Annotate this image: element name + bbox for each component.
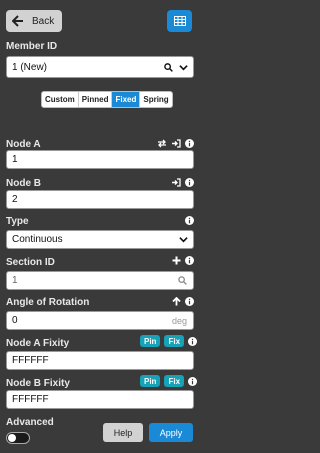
advanced-toggle[interactable] bbox=[6, 432, 30, 444]
help-button[interactable]: Help bbox=[103, 423, 143, 442]
chevron-down-icon bbox=[179, 237, 188, 243]
search-icon bbox=[164, 62, 173, 72]
back-label: Back bbox=[32, 15, 55, 27]
type-actions bbox=[185, 216, 194, 225]
node-a-value: 1 bbox=[12, 154, 18, 165]
search-icon bbox=[178, 276, 187, 285]
angle-label: Angle of Rotation bbox=[6, 297, 90, 308]
section-id-label: Section ID bbox=[6, 257, 55, 268]
pick-node-icon[interactable] bbox=[171, 178, 181, 187]
node-a-pin-button[interactable]: Pin bbox=[140, 335, 161, 347]
apply-button[interactable]: Apply bbox=[149, 423, 193, 442]
info-icon[interactable] bbox=[188, 336, 198, 346]
toggle-knob bbox=[8, 434, 16, 442]
node-a-fixity-label: Node A Fixity bbox=[6, 338, 70, 349]
type-select[interactable]: Continuous bbox=[6, 230, 194, 249]
segment-spring[interactable]: Spring bbox=[140, 92, 171, 107]
angle-actions bbox=[172, 297, 194, 306]
table-view-button[interactable] bbox=[167, 10, 192, 32]
angle-value: 0 bbox=[12, 315, 18, 326]
node-a-actions bbox=[157, 139, 194, 148]
back-button[interactable]: Back bbox=[6, 10, 62, 32]
node-b-pin-button[interactable]: Pin bbox=[140, 375, 161, 387]
advanced-label: Advanced bbox=[6, 417, 54, 428]
arrow-left-icon bbox=[12, 15, 23, 27]
info-icon[interactable] bbox=[185, 178, 194, 187]
node-b-actions bbox=[171, 178, 194, 187]
node-b-fixity-input[interactable]: FFFFFF bbox=[6, 390, 194, 409]
segment-pinned[interactable]: Pinned bbox=[79, 92, 113, 107]
member-id-label: Member ID bbox=[6, 41, 58, 52]
section-id-actions bbox=[172, 256, 194, 265]
section-id-value: 1 bbox=[12, 275, 18, 286]
info-icon[interactable] bbox=[188, 376, 198, 386]
node-a-input[interactable]: 1 bbox=[6, 150, 194, 169]
node-a-fixity-value: FFFFFF bbox=[12, 355, 49, 366]
node-b-fixity-label: Node B Fixity bbox=[6, 378, 70, 389]
swap-icon[interactable] bbox=[157, 139, 167, 148]
info-icon[interactable] bbox=[185, 297, 194, 306]
arrow-up-icon[interactable] bbox=[172, 297, 181, 306]
pick-node-icon[interactable] bbox=[171, 139, 181, 148]
node-b-label: Node B bbox=[6, 178, 41, 189]
node-a-fixity-input[interactable]: FFFFFF bbox=[6, 351, 194, 370]
segment-custom[interactable]: Custom bbox=[42, 92, 79, 107]
table-icon bbox=[173, 16, 186, 26]
end-condition-segmented: Custom Pinned Fixed Spring bbox=[41, 91, 173, 108]
node-b-fix-button[interactable]: Fix bbox=[164, 375, 185, 387]
angle-input[interactable]: 0 deg bbox=[6, 311, 194, 330]
node-a-fixity-actions: Pin Fix bbox=[140, 335, 198, 347]
type-label: Type bbox=[6, 216, 29, 227]
chevron-down-icon bbox=[179, 64, 188, 70]
node-b-value: 2 bbox=[12, 194, 18, 205]
node-b-fixity-actions: Pin Fix bbox=[140, 375, 198, 387]
node-b-input[interactable]: 2 bbox=[6, 190, 194, 209]
section-id-input[interactable]: 1 bbox=[6, 271, 194, 290]
type-value: Continuous bbox=[12, 234, 63, 245]
member-id-value: 1 (New) bbox=[12, 61, 48, 73]
node-a-label: Node A bbox=[6, 139, 41, 150]
info-icon[interactable] bbox=[185, 256, 194, 265]
info-icon[interactable] bbox=[185, 216, 194, 225]
segment-fixed[interactable]: Fixed bbox=[112, 92, 141, 107]
node-a-fix-button[interactable]: Fix bbox=[164, 335, 185, 347]
plus-icon[interactable] bbox=[172, 256, 181, 265]
info-icon[interactable] bbox=[185, 139, 194, 148]
member-id-select[interactable]: 1 (New) bbox=[6, 56, 194, 78]
angle-unit: deg bbox=[171, 315, 187, 326]
node-b-fixity-value: FFFFFF bbox=[12, 394, 49, 405]
